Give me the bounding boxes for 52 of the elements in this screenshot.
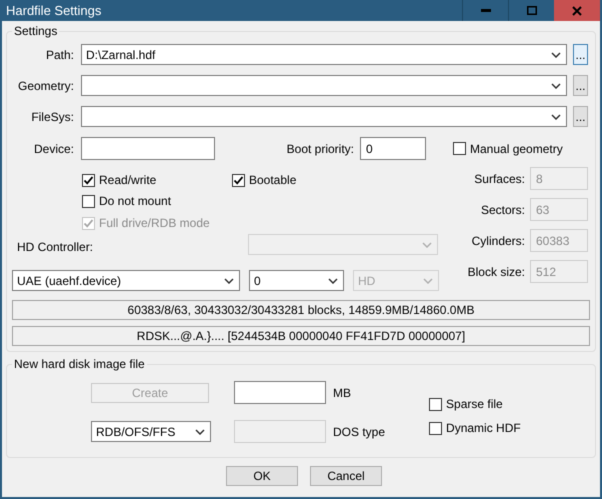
dialog-button[interactable]: Cancel: [310, 466, 382, 486]
checkbox[interactable]: Do not mount: [82, 192, 172, 210]
field-label: Sectors:: [480, 202, 525, 218]
maximize-icon: [526, 6, 536, 15]
minimize-icon: [480, 9, 490, 12]
chevron-down-icon: [551, 114, 561, 120]
checkmark-icon: [83, 218, 94, 228]
checkbox[interactable]: Read/write: [82, 171, 232, 189]
info-bar: RDSK...@.A.}.... [5244534B 00000040 FF41FD7D 00000007]: [12, 326, 590, 346]
checkbox[interactable]: Bootable: [232, 171, 296, 189]
field-label: Block size:: [466, 264, 525, 280]
field-label: Path:: [44, 46, 74, 64]
boot-priority-field[interactable]: 0: [360, 137, 426, 160]
browse-button[interactable]: ...: [573, 44, 588, 65]
checkmark-icon: [83, 174, 94, 186]
chevron-down-icon: [423, 278, 433, 284]
close-icon: [572, 6, 582, 16]
size-field[interactable]: [234, 381, 326, 404]
checkbox[interactable]: Sparse file: [429, 395, 521, 413]
field-label: DOS type: [333, 424, 386, 440]
field-label: MB: [333, 384, 351, 402]
field-label: Geometry:: [16, 78, 74, 94]
controller-dropdown[interactable]: UAE (uaehf.device): [12, 270, 240, 291]
field-label: Surfaces:: [473, 170, 525, 188]
field-label: Boot priority:: [286, 140, 354, 158]
path-combo[interactable]: [81, 75, 567, 96]
format-dropdown[interactable]: RDB/OFS/FFS: [91, 421, 211, 442]
checkmark-icon: [233, 174, 244, 186]
chevron-down-icon: [551, 52, 561, 58]
path-combo[interactable]: D:\Zarnal.hdf: [81, 44, 567, 65]
window-title: Hardfile Settings: [5, 2, 102, 20]
chevron-down-icon: [195, 428, 205, 434]
chevron-down-icon: [328, 278, 338, 284]
field-label: HD Controller:: [17, 239, 94, 256]
field-label: Device:: [32, 140, 74, 158]
field-label: FileSys:: [30, 108, 74, 126]
path-combo[interactable]: [81, 106, 567, 127]
device-field[interactable]: [81, 137, 215, 160]
browse-button[interactable]: ...: [573, 106, 588, 127]
browse-button[interactable]: ...: [573, 75, 588, 96]
group-title: New hard disk image file: [13, 356, 146, 373]
group-title: Settings: [13, 23, 58, 40]
info-bar: 60383/8/63, 30433032/30433281 blocks, 14859.9MB/14860.0MB: [12, 300, 590, 320]
close-button[interactable]: [554, 0, 600, 21]
checkbox[interactable]: Manual geometry: [453, 140, 563, 158]
chevron-down-icon: [551, 82, 561, 88]
unit-dropdown[interactable]: 0: [249, 270, 344, 291]
dialog-button[interactable]: OK: [226, 466, 298, 486]
checkbox[interactable]: Dynamic HDF: [429, 419, 521, 437]
field-label: Cylinders:: [470, 232, 525, 250]
chevron-down-icon: [422, 242, 432, 248]
chevron-down-icon: [224, 278, 234, 284]
